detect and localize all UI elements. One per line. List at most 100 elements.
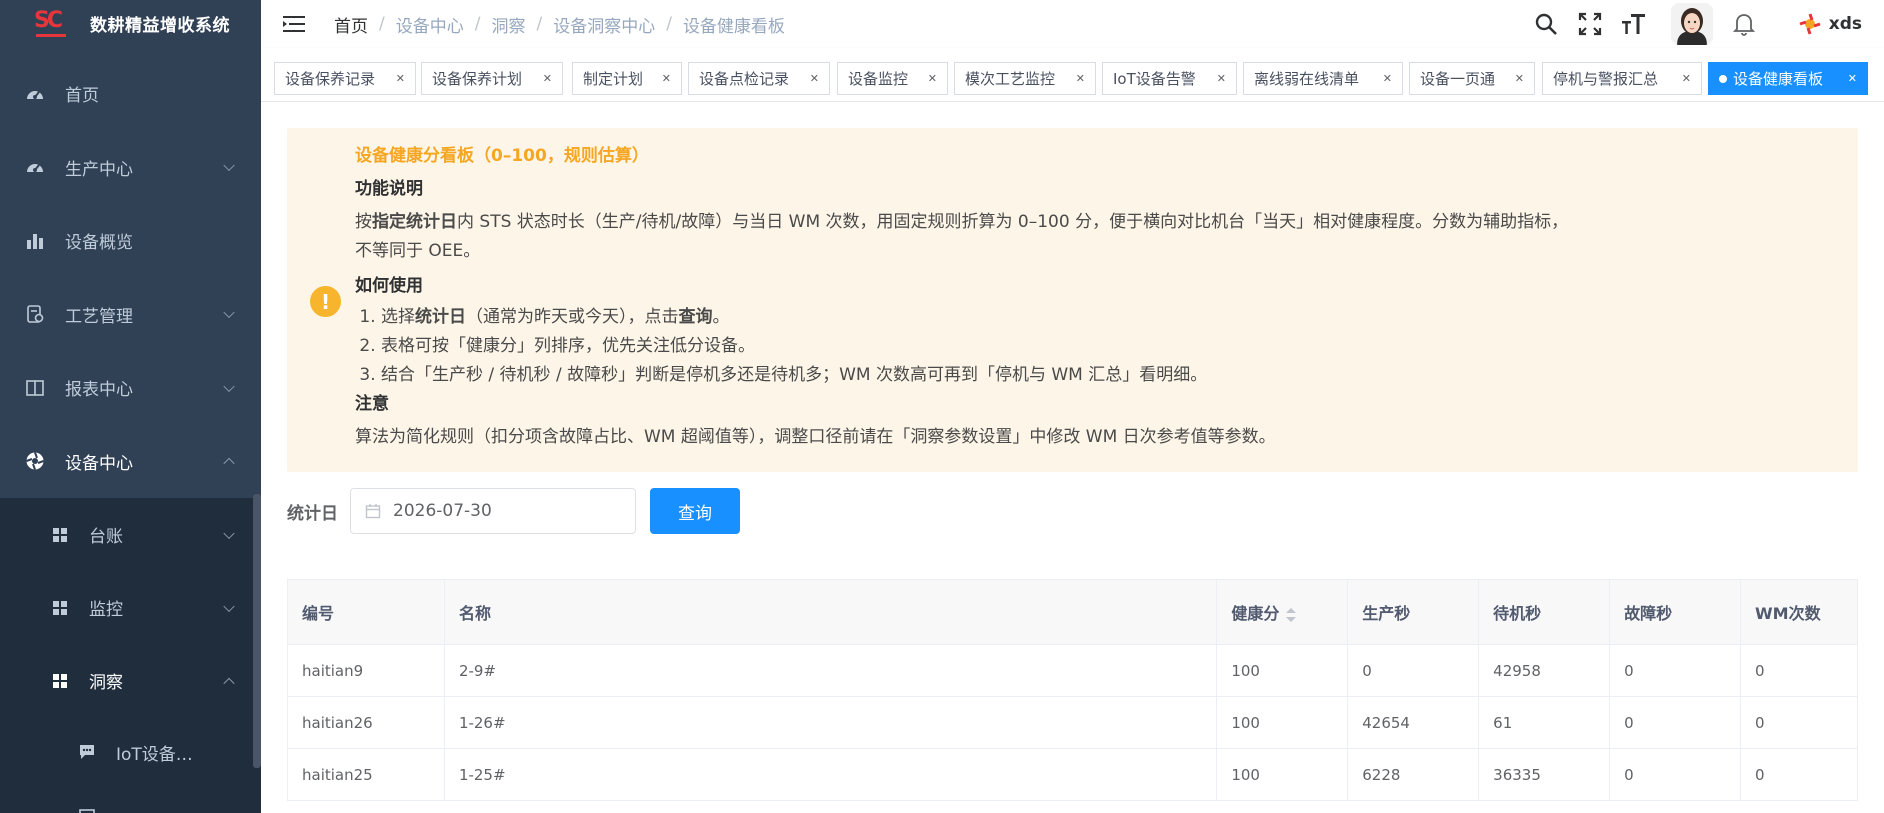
grid-icon <box>53 527 69 543</box>
process-icon <box>25 304 45 324</box>
sidebar-item-process[interactable]: 工艺管理 <box>0 278 261 352</box>
dashboard-icon <box>25 157 45 177</box>
notice-title: 设备健康分看板（0–100，规则估算） <box>355 146 649 166</box>
sidebar-item-label: 台账 <box>89 527 123 547</box>
user-name[interactable]: xds <box>1829 14 1862 34</box>
column-header-standby: 待机秒 <box>1478 579 1611 645</box>
sidebar-item-iot[interactable]: IoT设备… <box>0 717 261 787</box>
query-button[interactable]: 查询 <box>650 488 740 534</box>
chevron-up-icon <box>223 677 235 689</box>
close-icon[interactable]: ✕ <box>662 72 671 85</box>
tag-downtime-alarm-summary[interactable]: 停机与警报汇总 ✕ <box>1542 62 1702 95</box>
close-icon[interactable]: ✕ <box>543 72 552 85</box>
info-notice: ! 设备健康分看板（0–100，规则估算） 功能说明 按指定统计日内 STS 状… <box>287 128 1858 472</box>
date-value: 2026-07-30 <box>393 501 492 521</box>
hamburger-icon[interactable] <box>283 15 305 33</box>
breadcrumb-item: 设备健康看板 <box>682 16 785 37</box>
aperture-icon <box>25 451 45 471</box>
close-icon[interactable]: ✕ <box>928 72 937 85</box>
breadcrumb-item: 洞察 <box>491 16 526 37</box>
table-row[interactable]: haitian26 1-26# 100 42654 61 0 0 <box>287 696 1858 749</box>
date-picker[interactable]: 2026-07-30 <box>350 488 636 534</box>
notice-heading: 注意 <box>355 394 389 414</box>
column-header-production: 生产秒 <box>1347 579 1480 645</box>
tag-cycle-process-monitor[interactable]: 模次工艺监控 ✕ <box>954 62 1096 95</box>
submenu-equipment-center: 台账 监控 洞察 IoT设备… <box>0 498 261 813</box>
message-icon <box>78 743 96 761</box>
book-icon <box>25 378 45 398</box>
sidebar-item-home[interactable]: 首页 <box>0 57 261 131</box>
tag-maintenance-record[interactable]: 设备保养记录 ✕ <box>274 62 416 95</box>
sidebar-item-label: 报表中心 <box>65 380 133 401</box>
breadcrumb-item: 设备洞察中心 <box>553 16 656 37</box>
chevron-down-icon <box>223 600 235 612</box>
sidebar-item-label: 洞察 <box>89 673 123 693</box>
column-header-health[interactable]: 健康分 <box>1216 579 1349 645</box>
close-icon[interactable]: ✕ <box>396 72 405 85</box>
sidebar-item-reports[interactable]: 报表中心 <box>0 351 261 425</box>
close-icon[interactable]: ✕ <box>1848 72 1857 85</box>
tag-health-board[interactable]: 设备健康看板 ✕ <box>1708 62 1868 95</box>
sidebar-item-insight[interactable]: 洞察 <box>0 644 261 717</box>
sidebar-item-label: 生产中心 <box>65 159 133 180</box>
chevron-down-icon <box>223 159 235 172</box>
font-size-icon[interactable] <box>1621 11 1647 37</box>
warning-icon: ! <box>310 286 341 317</box>
list-item: 表格可按「健康分」列排序，优先关注低分设备。 <box>381 332 1818 361</box>
sidebar-item-label: 设备中心 <box>65 453 133 474</box>
tag-equipment-monitor[interactable]: 设备监控 ✕ <box>837 62 948 95</box>
column-header-fault: 故障秒 <box>1609 579 1742 645</box>
user-badge-icon[interactable] <box>1797 11 1823 37</box>
tag-iot-alarm[interactable]: IoT设备告警 ✕ <box>1102 62 1237 95</box>
sort-icon[interactable] <box>1285 607 1297 623</box>
grid-icon <box>53 600 69 616</box>
dashboard-icon <box>25 84 45 104</box>
tag-offline-list[interactable]: 离线弱在线清单 ✕ <box>1243 62 1403 95</box>
sidebar-item-next[interactable] <box>0 787 261 813</box>
close-icon[interactable]: ✕ <box>1076 72 1085 85</box>
close-icon[interactable]: ✕ <box>1217 72 1226 85</box>
search-icon[interactable] <box>1533 11 1559 37</box>
table-row[interactable]: haitian9 2-9# 100 0 42958 0 0 <box>287 644 1858 697</box>
notice-description-line2: 不等同于 OEE。 <box>355 241 481 261</box>
close-icon[interactable]: ✕ <box>810 72 819 85</box>
bell-icon[interactable] <box>1731 11 1757 37</box>
sidebar-item-equipment-center[interactable]: 设备中心 <box>0 425 261 499</box>
breadcrumb: 首页 / 设备中心 / 洞察 / 设备洞察中心 / 设备健康看板 <box>334 12 785 37</box>
breadcrumb-item: 设备中心 <box>395 16 464 37</box>
sidebar-scrollbar[interactable] <box>253 494 261 768</box>
breadcrumb-item[interactable]: 首页 <box>334 12 368 37</box>
notice-heading: 功能说明 <box>355 179 423 199</box>
sidebar-item-ledger[interactable]: 台账 <box>0 498 261 571</box>
chevron-down-icon <box>223 527 235 539</box>
tag-equipment-one-page[interactable]: 设备一页通 ✕ <box>1409 62 1535 95</box>
navbar-right: xds <box>1533 0 1884 48</box>
list-item: 选择统计日（通常为昨天或今天），点击查询。 <box>381 303 1818 332</box>
health-table: 编号 名称 健康分 生产秒 待机秒 故障秒 WM次数 haitian9 2-9# 1… <box>287 579 1858 801</box>
chevron-up-icon <box>223 457 235 470</box>
logo-icon: SC <box>34 8 68 38</box>
close-icon[interactable]: ✕ <box>1682 72 1691 85</box>
sidebar-item-label: 监控 <box>89 600 123 620</box>
close-icon[interactable]: ✕ <box>1515 72 1524 85</box>
tag-inspection-record[interactable]: 设备点检记录 ✕ <box>688 62 830 95</box>
fullscreen-icon[interactable] <box>1577 11 1603 37</box>
query-form: 统计日 2026-07-30 查询 <box>287 488 740 534</box>
chevron-down-icon <box>223 380 235 392</box>
tags-view: 设备保养记录 ✕ 设备保养计划 ✕ 制定计划 ✕ 设备点检记录 ✕ 设备监控 ✕ 模次工艺… <box>261 48 1884 102</box>
document-icon <box>78 808 96 813</box>
sidebar-item-equipment-overview[interactable]: 设备概览 <box>0 204 261 278</box>
avatar[interactable] <box>1670 3 1713 45</box>
notice-steps: 选择统计日（通常为昨天或今天），点击查询。 表格可按「健康分」列排序，优先关注低… <box>355 303 1818 390</box>
tag-make-plan[interactable]: 制定计划 ✕ <box>572 62 682 95</box>
sidebar-item-monitor[interactable]: 监控 <box>0 571 261 644</box>
sidebar-item-production[interactable]: 生产中心 <box>0 131 261 205</box>
top-navbar: 首页 / 设备中心 / 洞察 / 设备洞察中心 / 设备健康看板 xds <box>261 0 1884 48</box>
tag-maintenance-plan[interactable]: 设备保养计划 ✕ <box>421 62 563 95</box>
grid-icon <box>53 673 69 689</box>
close-icon[interactable]: ✕ <box>1383 72 1392 85</box>
bar-chart-icon <box>25 231 45 251</box>
app-logo[interactable]: SC 数耕精益增收系统 <box>0 0 261 46</box>
column-header-wm: WM次数 <box>1740 579 1858 645</box>
table-row[interactable]: haitian25 1-25# 100 6228 36335 0 0 <box>287 748 1858 801</box>
